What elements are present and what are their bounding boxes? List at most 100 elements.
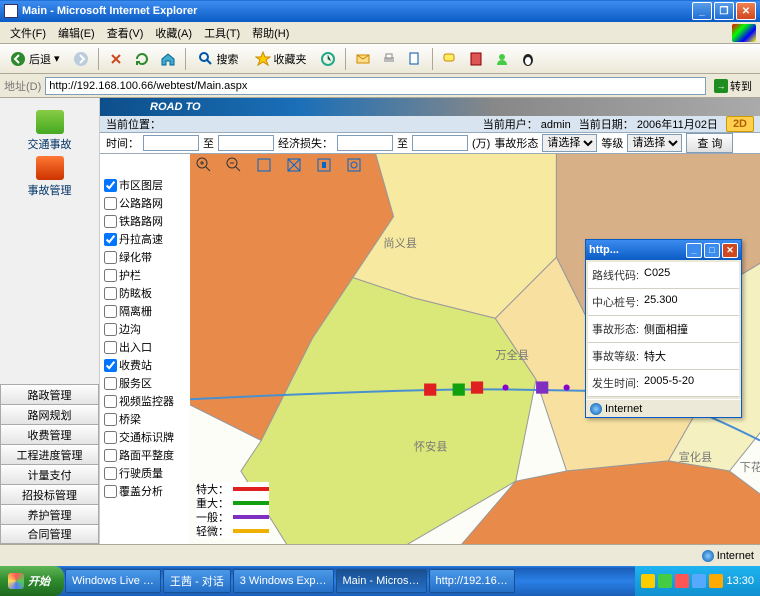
research-button[interactable]	[465, 48, 487, 70]
sidebar-item-accident-mgmt[interactable]: 事故管理	[0, 156, 99, 198]
layer-checkbox-16[interactable]: 行驶质量	[100, 464, 190, 482]
layer-cb-4[interactable]	[104, 251, 117, 264]
go-button[interactable]: → 转到	[710, 76, 756, 96]
favorites-button[interactable]: 收藏夹	[249, 48, 313, 70]
menu-view[interactable]: 查看(V)	[101, 23, 150, 43]
zoom-in-button[interactable]	[194, 156, 214, 174]
discuss-button[interactable]	[439, 48, 461, 70]
filter-form-select[interactable]: 请选择	[542, 134, 597, 152]
layer-checkbox-1[interactable]: 公路路网	[100, 194, 190, 212]
layer-cb-10[interactable]	[104, 359, 117, 372]
window-restore-button[interactable]: ❐	[714, 2, 734, 20]
back-button[interactable]: 后退 ▾	[4, 48, 66, 70]
layer-cb-1[interactable]	[104, 197, 117, 210]
layer-checkbox-15[interactable]: 路面平整度	[100, 446, 190, 464]
layer-cb-17[interactable]	[104, 485, 117, 498]
layer-checkbox-11[interactable]: 服务区	[100, 374, 190, 392]
layer-cb-11[interactable]	[104, 377, 117, 390]
layer-checkbox-3[interactable]: 丹拉高速	[100, 230, 190, 248]
window-close-button[interactable]: ✕	[736, 2, 756, 20]
layer-cb-15[interactable]	[104, 449, 117, 462]
sidebar-item-toll[interactable]: 收费管理	[0, 424, 99, 444]
home-button[interactable]	[157, 48, 179, 70]
identify-button[interactable]	[314, 156, 334, 174]
start-button[interactable]: 开始	[0, 566, 64, 596]
qq-button[interactable]	[517, 48, 539, 70]
task-item-3[interactable]: Main - Micros…	[336, 569, 427, 593]
layer-checkbox-8[interactable]: 边沟	[100, 320, 190, 338]
menu-help[interactable]: 帮助(H)	[246, 23, 295, 43]
layer-cb-9[interactable]	[104, 341, 117, 354]
window-minimize-button[interactable]: _	[692, 2, 712, 20]
menu-file[interactable]: 文件(F)	[4, 23, 52, 43]
layer-checkbox-12[interactable]: 视频监控器	[100, 392, 190, 410]
edit-button[interactable]	[404, 48, 426, 70]
menu-edit[interactable]: 编辑(E)	[52, 23, 101, 43]
tray-icon-3[interactable]	[675, 574, 689, 588]
filter-time-from[interactable]	[143, 135, 199, 151]
layer-checkbox-17[interactable]: 覆盖分析	[100, 482, 190, 500]
sidebar-item-contract[interactable]: 合同管理	[0, 524, 99, 544]
popup-minimize-button[interactable]: _	[686, 243, 702, 258]
layer-checkbox-0[interactable]: 市区图层	[100, 176, 190, 194]
system-tray[interactable]: 13:30	[635, 566, 760, 596]
sidebar-item-bidding[interactable]: 招投标管理	[0, 484, 99, 504]
layer-checkbox-6[interactable]: 防眩板	[100, 284, 190, 302]
layer-cb-7[interactable]	[104, 305, 117, 318]
full-extent-button[interactable]	[284, 156, 304, 174]
tray-icon-2[interactable]	[658, 574, 672, 588]
tray-icon-4[interactable]	[692, 574, 706, 588]
menu-tools[interactable]: 工具(T)	[198, 23, 246, 43]
layer-cb-6[interactable]	[104, 287, 117, 300]
layer-checkbox-10[interactable]: 收费站	[100, 356, 190, 374]
query-button[interactable]: 查 询	[686, 133, 733, 153]
filter-level-select[interactable]: 请选择	[627, 134, 682, 152]
zoom-out-button[interactable]	[224, 156, 244, 174]
layer-cb-2[interactable]	[104, 215, 117, 228]
filter-time-to[interactable]	[218, 135, 274, 151]
layer-checkbox-14[interactable]: 交通标识牌	[100, 428, 190, 446]
layer-cb-5[interactable]	[104, 269, 117, 282]
layer-checkbox-13[interactable]: 桥梁	[100, 410, 190, 428]
popup-maximize-button[interactable]: □	[704, 243, 720, 258]
layer-cb-16[interactable]	[104, 467, 117, 480]
layer-cb-13[interactable]	[104, 413, 117, 426]
task-item-2[interactable]: 3 Windows Exp…	[233, 569, 334, 593]
popup-close-button[interactable]: ✕	[722, 243, 738, 258]
sidebar-item-progress[interactable]: 工程进度管理	[0, 444, 99, 464]
popup-titlebar[interactable]: http... _ □ ✕	[586, 240, 741, 260]
layer-cb-3[interactable]	[104, 233, 117, 246]
print-button[interactable]	[378, 48, 400, 70]
task-item-4[interactable]: http://192.16…	[429, 569, 515, 593]
address-input[interactable]	[45, 77, 706, 95]
layer-checkbox-4[interactable]: 绿化带	[100, 248, 190, 266]
layer-checkbox-2[interactable]: 铁路路网	[100, 212, 190, 230]
history-button[interactable]	[317, 48, 339, 70]
forward-button[interactable]	[70, 48, 92, 70]
layer-checkbox-7[interactable]: 隔离栅	[100, 302, 190, 320]
sidebar-item-roadadmin[interactable]: 路政管理	[0, 384, 99, 404]
layer-cb-0[interactable]	[104, 179, 117, 192]
mail-button[interactable]	[352, 48, 374, 70]
sidebar-item-measure[interactable]: 计量支付	[0, 464, 99, 484]
menu-favorites[interactable]: 收藏(A)	[149, 23, 198, 43]
sidebar-item-accident[interactable]: 交通事故	[0, 110, 99, 152]
measure-button[interactable]	[344, 156, 364, 174]
task-item-1[interactable]: 王茜 - 对话	[163, 569, 231, 593]
task-item-0[interactable]: Windows Live …	[65, 569, 161, 593]
tray-icon-5[interactable]	[709, 574, 723, 588]
layer-cb-12[interactable]	[104, 395, 117, 408]
sidebar-item-maintain[interactable]: 养护管理	[0, 504, 99, 524]
messenger-button[interactable]	[491, 48, 513, 70]
refresh-button[interactable]	[131, 48, 153, 70]
tray-icon-1[interactable]	[641, 574, 655, 588]
filter-loss-from[interactable]	[337, 135, 393, 151]
sidebar-item-roadnet[interactable]: 路网规划	[0, 404, 99, 424]
filter-loss-to[interactable]	[412, 135, 468, 151]
view-2d-button[interactable]: 2D	[726, 116, 754, 132]
layer-checkbox-5[interactable]: 护栏	[100, 266, 190, 284]
search-button[interactable]: 搜索	[192, 48, 245, 70]
layer-checkbox-9[interactable]: 出入口	[100, 338, 190, 356]
layer-cb-8[interactable]	[104, 323, 117, 336]
layer-cb-14[interactable]	[104, 431, 117, 444]
